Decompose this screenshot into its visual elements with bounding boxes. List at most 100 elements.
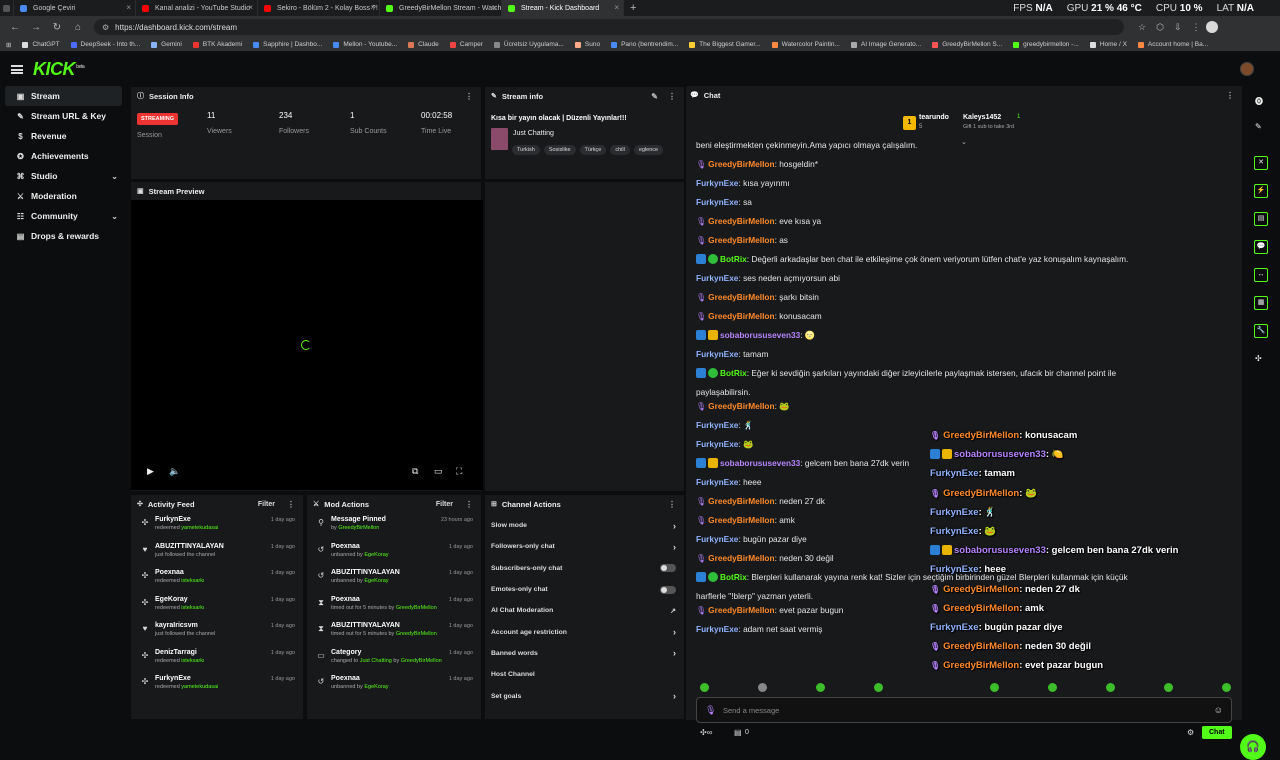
chevron-down-icon[interactable]: ⌄	[111, 212, 118, 221]
channel-action-slow-mode[interactable]: Slow mode ›	[485, 515, 684, 536]
filter-button[interactable]: Filter	[436, 501, 453, 508]
play-icon[interactable]: ▶	[147, 466, 154, 477]
external-link-icon[interactable]: ↗	[670, 607, 676, 615]
bookmark-item[interactable]: Claude	[408, 41, 439, 48]
widget-toggle-icon[interactable]: 💬	[1254, 240, 1268, 254]
chevron-right-icon[interactable]: ›	[673, 691, 676, 701]
bookmark-item[interactable]: BTK Akademi	[192, 41, 242, 48]
sidebar-item-moderation[interactable]: ⚔ Moderation	[5, 186, 122, 206]
more-options-icon[interactable]: ⋮	[668, 500, 676, 509]
download-icon[interactable]: ⇩	[1174, 22, 1182, 33]
category-name[interactable]: Just Chatting	[513, 130, 554, 137]
chat-username[interactable]: sobaborususeven33	[720, 458, 800, 468]
browser-tab[interactable]: Sekiro - Bölüm 2 - Kolay Boss ?! ×	[258, 0, 380, 16]
help-icon[interactable]: ⓿	[1255, 96, 1263, 107]
widget-toggle-icon[interactable]: ▤	[1254, 212, 1268, 226]
mod-action-user[interactable]: EgeKoray	[364, 684, 388, 690]
emote-icon[interactable]	[990, 683, 999, 692]
chat-username[interactable]: GreedyBirMellon	[708, 235, 774, 245]
sidebar-item-stream-url-key[interactable]: ✎ Stream URL & Key	[5, 106, 122, 126]
more-options-icon[interactable]: ⋮	[465, 92, 473, 101]
widget-toggle-icon[interactable]: ▦	[1254, 296, 1268, 310]
sidebar-item-stream[interactable]: ▣ Stream	[5, 86, 122, 106]
chat-username[interactable]: FurkynExe	[696, 439, 738, 449]
emote-icon[interactable]	[874, 683, 883, 692]
chat-username[interactable]: FurkynExe	[696, 273, 738, 283]
browser-tab[interactable]: Kanal analizi - YouTube Studio ×	[136, 0, 258, 16]
widget-toggle-icon[interactable]: ✕	[1254, 156, 1268, 170]
emote-icon[interactable]	[816, 683, 825, 692]
close-tab-icon[interactable]: ×	[370, 3, 375, 12]
widget-toggle-icon[interactable]: ⚡	[1254, 184, 1268, 198]
mod-action-user[interactable]: GreedyBirMellon	[396, 605, 437, 611]
chat-username[interactable]: GreedyBirMellon	[708, 605, 774, 615]
bookmark-star-icon[interactable]: ☆	[1138, 22, 1146, 33]
profile-avatar[interactable]	[1206, 21, 1219, 33]
leader-name[interactable]: tearundo	[919, 114, 949, 121]
mod-action-user[interactable]: EgeKoray	[364, 552, 388, 558]
more-widgets-icon[interactable]: ✣	[1255, 354, 1262, 363]
close-tab-icon[interactable]: ×	[492, 3, 497, 12]
new-tab-icon[interactable]: +	[630, 2, 636, 14]
edit-pencil-icon[interactable]: ✎	[651, 92, 658, 101]
bookmark-item[interactable]: Home / X	[1089, 41, 1127, 48]
channel-points-icon[interactable]: ✣∞	[700, 728, 712, 737]
close-tab-icon[interactable]: ×	[248, 3, 253, 12]
bookmark-item[interactable]: The Biggest Gamer...	[689, 41, 761, 48]
pip-icon[interactable]: ⧉	[412, 466, 418, 477]
emote-icon[interactable]	[758, 683, 767, 692]
channel-action-followers-only-chat[interactable]: Followers-only chat ›	[485, 536, 684, 557]
chat-username[interactable]: GreedyBirMellon	[708, 515, 774, 525]
extensions-icon[interactable]: ⬡	[1156, 22, 1164, 33]
forward-icon[interactable]: →	[30, 22, 42, 33]
emote-icon[interactable]	[700, 683, 709, 692]
channel-action-set-goals[interactable]: Set goals ›	[485, 685, 684, 706]
support-chat-icon[interactable]: 🎧	[1240, 734, 1266, 760]
more-options-icon[interactable]: ⋮	[668, 92, 676, 101]
user-avatar[interactable]	[1240, 62, 1254, 76]
chat-username[interactable]: FurkynExe	[696, 420, 738, 430]
chat-username[interactable]: GreedyBirMellon	[708, 496, 774, 506]
chat-username[interactable]: BotRix	[720, 368, 747, 378]
bookmark-item[interactable]: Ücretsiz Uygulama...	[493, 41, 564, 48]
stream-tag[interactable]: chill	[610, 145, 630, 155]
channel-action-account-age-restriction[interactable]: Account age restriction ›	[485, 621, 684, 642]
more-options-icon[interactable]: ⋮	[287, 500, 295, 509]
mod-action-user[interactable]: GreedyBirMellon	[338, 525, 379, 531]
bookmark-item[interactable]: Mellon - Youtube...	[333, 41, 397, 48]
emote-icon[interactable]	[1222, 683, 1231, 692]
stream-tag[interactable]: Sosislike	[543, 145, 576, 155]
bookmark-item[interactable]: Suno	[574, 41, 600, 48]
channel-action-emotes-only-chat[interactable]: Emotes-only chat	[485, 579, 684, 600]
bookmark-item[interactable]: Watercolor Paintin...	[771, 41, 840, 48]
menu-dots-icon[interactable]: ⋮	[1191, 22, 1200, 33]
chat-settings-icon[interactable]: ⚙	[1187, 728, 1194, 737]
stream-tag[interactable]: Turkish	[512, 145, 540, 155]
mod-action-user[interactable]: GreedyBirMellon	[401, 658, 442, 664]
bookmark-item[interactable]: Gemini	[151, 41, 182, 48]
sidebar-item-drops-rewards[interactable]: ▤ Drops & rewards	[5, 226, 122, 246]
close-tab-icon[interactable]: ×	[614, 3, 619, 12]
sidebar-item-community[interactable]: ☷ Community ⌄	[5, 206, 122, 226]
filter-button[interactable]: Filter	[258, 501, 275, 508]
chat-username[interactable]: GreedyBirMellon	[708, 401, 774, 411]
stream-tag[interactable]: Türkçe	[579, 145, 607, 155]
video-player[interactable]: ▶ 🔈 ⧉ ▭ ⛶	[131, 200, 483, 490]
send-chat-button[interactable]: Chat	[1202, 726, 1232, 739]
chat-username[interactable]: FurkynExe	[696, 534, 738, 544]
chevron-down-icon[interactable]: ⌄	[111, 172, 118, 181]
mod-action-user[interactable]: GreedyBirMellon	[396, 631, 437, 637]
kick-logo[interactable]: KICKbeta	[33, 59, 85, 80]
chat-username[interactable]: FurkynExe	[696, 624, 738, 634]
chat-username[interactable]: BotRix	[720, 254, 747, 264]
bookmark-item[interactable]: DeepSeek - Into th...	[70, 41, 140, 48]
browser-tab[interactable]: Stream - Kick Dashboard ×	[502, 0, 624, 16]
bookmark-item[interactable]: Camper	[449, 41, 483, 48]
gift-icon[interactable]: ▤	[734, 728, 742, 737]
emote-icon[interactable]	[1164, 683, 1173, 692]
more-options-icon[interactable]: ⋮	[465, 500, 473, 509]
theater-mode-icon[interactable]: ▭	[434, 466, 443, 477]
chat-message-input[interactable]: 🎙 Send a message ☺	[696, 697, 1232, 723]
sidebar-item-revenue[interactable]: $ Revenue	[5, 126, 122, 146]
volume-icon[interactable]: 🔈	[169, 466, 180, 477]
